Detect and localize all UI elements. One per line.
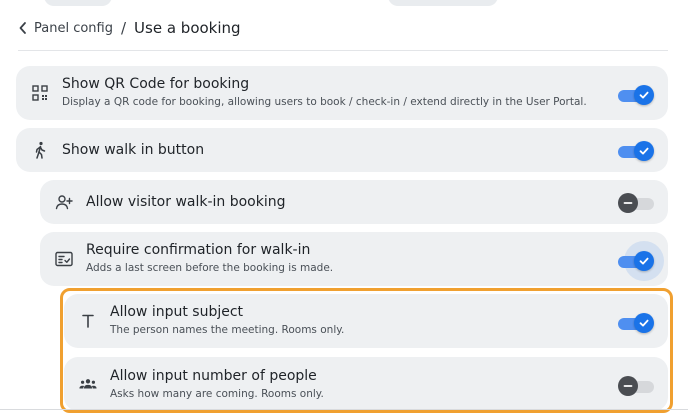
setting-row-qr-code: Show QR Code for booking Display a QR co…	[16, 66, 668, 120]
check-icon	[639, 257, 649, 265]
setting-title: Show walk in button	[62, 142, 205, 158]
setting-title: Show QR Code for booking	[62, 76, 250, 92]
minus-icon	[623, 202, 633, 204]
breadcrumb: Panel config / Use a booking	[18, 17, 241, 39]
setting-title: Require confirmation for walk-in	[86, 242, 311, 258]
setting-description: Display a QR code for booking, allowing …	[62, 96, 587, 108]
require-confirmation-toggle[interactable]	[618, 241, 664, 281]
header-divider	[18, 50, 668, 51]
breadcrumb-parent[interactable]: Panel config	[34, 21, 113, 36]
bottom-divider	[0, 409, 688, 410]
check-icon	[639, 91, 649, 99]
walk-in-toggle[interactable]	[618, 141, 654, 161]
top-tab-pill[interactable]	[388, 0, 498, 6]
chevron-left-icon	[19, 22, 26, 34]
check-icon	[639, 147, 649, 155]
setting-title: Allow visitor walk-in booking	[86, 194, 286, 210]
breadcrumb-separator: /	[120, 19, 127, 37]
page-title: Use a booking	[134, 19, 241, 37]
add-person-icon	[55, 193, 73, 211]
top-tab-pill[interactable]	[44, 0, 112, 6]
setting-row-require-confirmation: Require confirmation for walk-in Adds a …	[40, 232, 668, 286]
visitor-walk-in-toggle[interactable]	[618, 193, 656, 213]
confirmation-icon	[55, 250, 73, 268]
highlight-frame	[60, 288, 673, 413]
setting-description: Adds a last screen before the booking is…	[86, 262, 334, 274]
qr-code-toggle[interactable]	[618, 85, 654, 105]
qr-code-icon	[31, 84, 49, 102]
back-link[interactable]: Panel config	[18, 21, 113, 36]
walking-person-icon	[31, 141, 49, 159]
setting-row-visitor-walk-in: Allow visitor walk-in booking	[40, 180, 668, 224]
setting-row-walk-in: Show walk in button	[16, 128, 668, 172]
